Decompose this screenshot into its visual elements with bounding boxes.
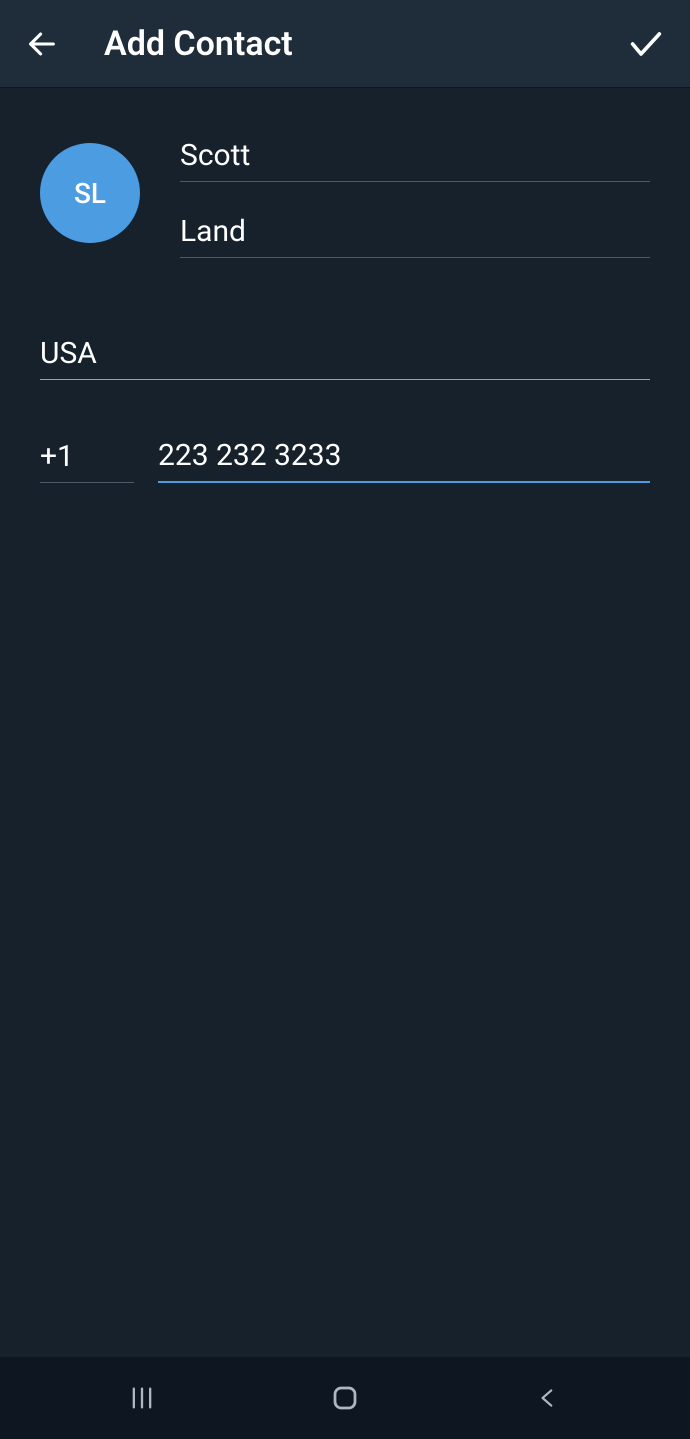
home-icon[interactable] — [325, 1378, 365, 1418]
country-input[interactable] — [40, 326, 650, 380]
name-fields — [180, 128, 650, 258]
first-name-input[interactable] — [180, 128, 650, 182]
phone-row — [40, 428, 650, 483]
back-icon[interactable] — [528, 1378, 568, 1418]
phone-number-input[interactable] — [158, 428, 650, 483]
recents-icon[interactable] — [122, 1378, 162, 1418]
country-row — [40, 326, 650, 380]
country-code-input[interactable] — [40, 428, 134, 483]
back-arrow-icon[interactable] — [24, 26, 60, 62]
name-row: SL — [40, 128, 650, 258]
form-content: SL — [0, 88, 690, 483]
confirm-check-icon[interactable] — [626, 24, 666, 64]
system-navbar — [0, 1357, 690, 1439]
app-header: Add Contact — [0, 0, 690, 88]
last-name-input[interactable] — [180, 204, 650, 258]
page-title: Add Contact — [104, 24, 626, 64]
avatar: SL — [40, 143, 140, 243]
